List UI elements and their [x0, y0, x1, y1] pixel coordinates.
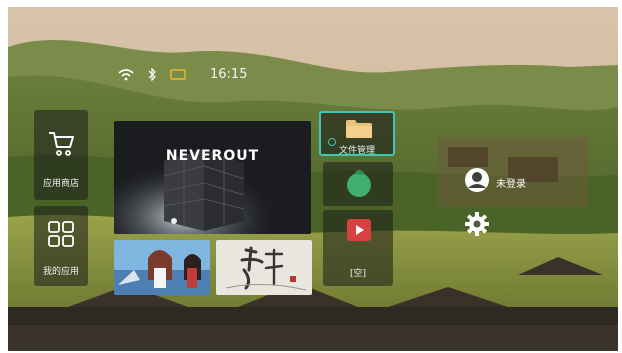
green-leaf-app-icon: [345, 168, 373, 202]
app-grid-icon: [47, 220, 75, 252]
screen-cast-icon: [170, 68, 186, 81]
my-apps-tile[interactable]: 我的应用: [34, 206, 88, 286]
shopping-cart-icon: [46, 128, 76, 162]
my-apps-label: 我的应用: [42, 267, 79, 277]
banner-title: NEVEROUT: [165, 148, 260, 164]
account-status-label: 未登录: [496, 178, 526, 190]
leaf-app-tile[interactable]: [323, 162, 393, 206]
file-manager-label: 文件管理: [338, 146, 375, 156]
calligraphy-game-thumbnail[interactable]: [216, 240, 312, 295]
app-store-label: 应用商店: [42, 179, 79, 189]
anime-game-art: [114, 240, 210, 295]
launcher-screen: 16:15 应用商店 我的应用 NEVEROUT 文件管理 [空] 未登录: [8, 7, 618, 351]
anime-game-thumbnail[interactable]: [114, 240, 210, 295]
file-manager-tile[interactable]: 文件管理: [319, 111, 395, 156]
banner-artwork: [114, 121, 311, 234]
calligraphy-game-art: [216, 240, 312, 295]
video-player-tile[interactable]: [空]: [323, 210, 393, 286]
app-store-tile[interactable]: 应用商店: [34, 110, 88, 200]
folder-icon: [345, 119, 373, 143]
settings-button[interactable]: [464, 211, 490, 241]
account-icon: [464, 167, 490, 197]
empty-slot-label: [空]: [349, 269, 367, 279]
wifi-icon: [118, 68, 134, 81]
background-landscape: [8, 7, 618, 351]
account-button[interactable]: 未登录: [464, 167, 526, 197]
gear-icon: [464, 211, 490, 241]
bluetooth-icon: [148, 68, 156, 81]
featured-banner[interactable]: NEVEROUT: [114, 121, 311, 234]
status-bar: 16:15: [118, 67, 247, 82]
video-player-icon: [346, 218, 372, 246]
clock: 16:15: [210, 67, 248, 82]
